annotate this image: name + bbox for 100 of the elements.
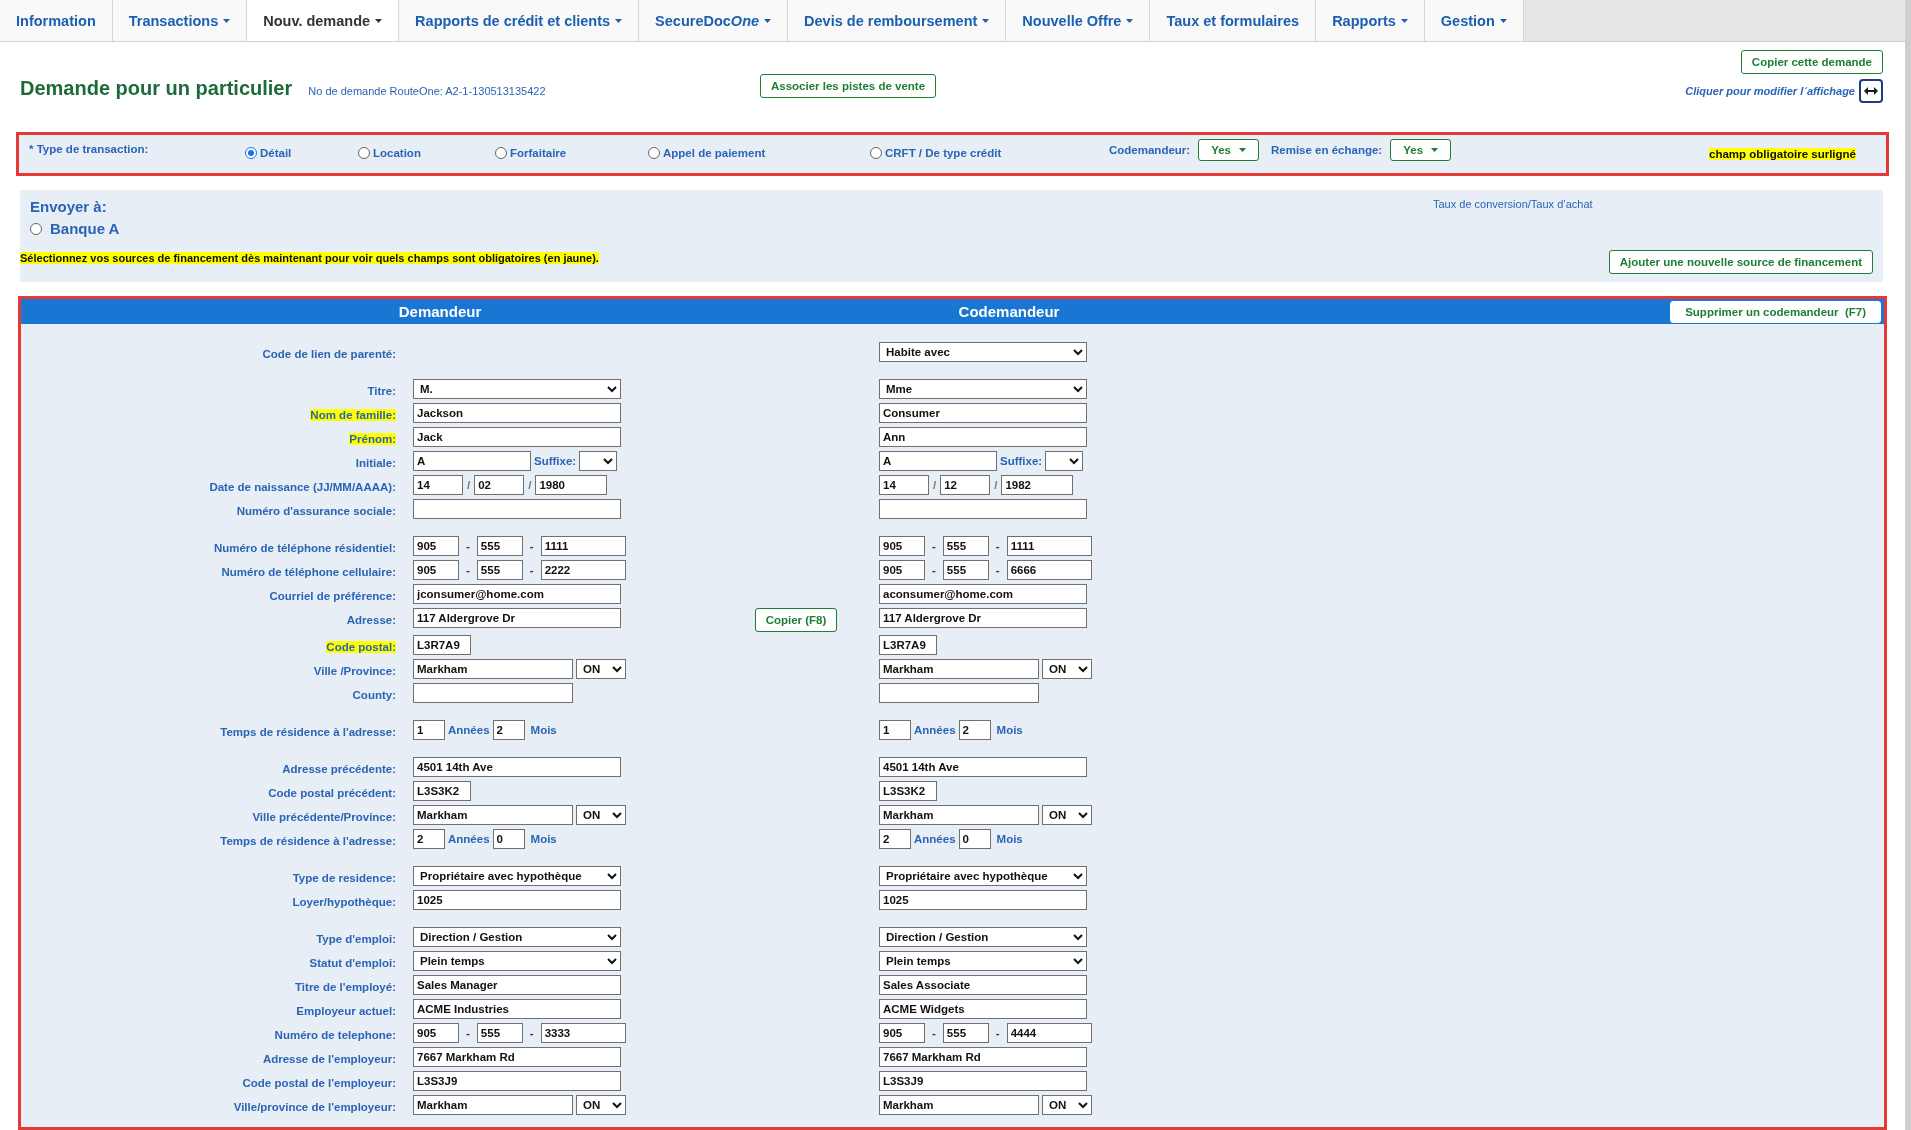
- dropdown[interactable]: Habite avec: [879, 342, 1087, 362]
- dropdown[interactable]: ON: [576, 805, 626, 825]
- copy-request-button[interactable]: Copier cette demande: [1740, 50, 1883, 74]
- nav-tab[interactable]: Taux et formulaires: [1150, 0, 1317, 41]
- text-field[interactable]: A: [879, 451, 997, 471]
- dropdown[interactable]: [579, 451, 618, 471]
- nav-tab[interactable]: Information: [0, 0, 113, 41]
- radio-button[interactable]: [358, 147, 370, 159]
- text-field[interactable]: L3S3K2: [413, 781, 471, 801]
- radio-button[interactable]: [30, 222, 42, 235]
- dropdown[interactable]: Plein temps: [413, 951, 621, 971]
- text-field[interactable]: Markham: [879, 659, 1039, 679]
- text-field[interactable]: L3S3K2: [879, 781, 937, 801]
- text-field[interactable]: 3333: [540, 1023, 626, 1043]
- text-field[interactable]: L3S3J9: [413, 1071, 621, 1091]
- dropdown[interactable]: Propriétaire avec hypothèque: [413, 866, 621, 886]
- text-field[interactable]: 6666: [1006, 560, 1092, 580]
- text-field[interactable]: A: [413, 451, 531, 471]
- dropdown[interactable]: ON: [576, 659, 626, 679]
- text-field[interactable]: [413, 683, 573, 703]
- text-field[interactable]: Jackson: [413, 403, 621, 423]
- text-field[interactable]: L3R7A9: [879, 635, 937, 655]
- text-field[interactable]: 4501 14th Ave: [879, 757, 1087, 777]
- dropdown-button[interactable]: Yes: [1390, 139, 1452, 161]
- text-field[interactable]: [879, 499, 1087, 519]
- nav-tab[interactable]: Nouv. demande: [247, 0, 400, 41]
- text-field[interactable]: 4501 14th Ave: [413, 757, 621, 777]
- link-leads-button[interactable]: Associer les pistes de vente: [760, 74, 937, 98]
- text-field[interactable]: Ann: [879, 427, 1087, 447]
- dropdown[interactable]: ON: [1042, 659, 1092, 679]
- text-field[interactable]: 0: [958, 829, 991, 849]
- text-field[interactable]: 2: [958, 720, 991, 740]
- dropdown[interactable]: Direction / Gestion: [879, 927, 1087, 947]
- nav-tab[interactable]: SecureDocOne: [639, 0, 789, 41]
- text-field[interactable]: Sales Associate: [879, 975, 1087, 995]
- layout-toggle-button[interactable]: [1859, 79, 1883, 103]
- nav-tab[interactable]: Nouvelle Offre: [1006, 0, 1151, 41]
- text-field[interactable]: 14: [413, 475, 463, 495]
- text-field[interactable]: Markham: [879, 1095, 1039, 1115]
- nav-tab[interactable]: Gestion: [1424, 0, 1524, 41]
- nav-tab[interactable]: Transactions: [112, 0, 248, 41]
- text-field[interactable]: 4444: [1006, 1023, 1092, 1043]
- text-field[interactable]: 02: [474, 475, 525, 495]
- text-field[interactable]: jconsumer@home.com: [413, 584, 621, 604]
- text-field[interactable]: [879, 683, 1039, 703]
- nav-tab[interactable]: Rapports: [1316, 0, 1425, 41]
- rates-link[interactable]: Taux de conversion/Taux d’achat: [1433, 198, 1873, 210]
- text-field[interactable]: 905: [413, 1023, 459, 1043]
- dropdown[interactable]: ON: [576, 1095, 626, 1115]
- text-field[interactable]: [413, 499, 621, 519]
- text-field[interactable]: 1025: [879, 890, 1087, 910]
- text-field[interactable]: aconsumer@home.com: [879, 584, 1087, 604]
- text-field[interactable]: 905: [879, 1023, 925, 1043]
- text-field[interactable]: Markham: [413, 1095, 573, 1115]
- text-field[interactable]: Consumer: [879, 403, 1087, 423]
- text-field[interactable]: 7667 Markham Rd: [413, 1047, 621, 1067]
- text-field[interactable]: 905: [413, 536, 459, 556]
- text-field[interactable]: 0: [492, 829, 525, 849]
- text-field[interactable]: 555: [942, 536, 989, 556]
- text-field[interactable]: 1: [879, 720, 911, 740]
- text-field[interactable]: 117 Aldergrove Dr: [879, 608, 1087, 628]
- text-field[interactable]: 1111: [540, 536, 626, 556]
- add-funding-button[interactable]: Ajouter une nouvelle source de financement: [1608, 250, 1873, 274]
- dropdown[interactable]: ON: [1042, 1095, 1092, 1115]
- text-field[interactable]: 1: [413, 720, 445, 740]
- text-field[interactable]: Markham: [879, 805, 1039, 825]
- text-field[interactable]: 14: [879, 475, 929, 495]
- text-field[interactable]: 555: [942, 1023, 989, 1043]
- text-field[interactable]: 555: [476, 560, 523, 580]
- dropdown[interactable]: Direction / Gestion: [413, 927, 621, 947]
- dropdown[interactable]: ON: [1042, 805, 1092, 825]
- remove-coapplicant-button[interactable]: Supprimer un codemandeur (F7): [1670, 300, 1881, 323]
- text-field[interactable]: 2: [413, 829, 445, 849]
- text-field[interactable]: 2: [492, 720, 525, 740]
- text-field[interactable]: Markham: [413, 659, 573, 679]
- text-field[interactable]: 555: [476, 536, 523, 556]
- text-field[interactable]: 1982: [1001, 475, 1074, 495]
- dropdown[interactable]: Plein temps: [879, 951, 1087, 971]
- copy-button[interactable]: Copier (F8): [754, 608, 838, 632]
- dropdown[interactable]: Propriétaire avec hypothèque: [879, 866, 1087, 886]
- text-field[interactable]: 905: [879, 560, 925, 580]
- text-field[interactable]: 1025: [413, 890, 621, 910]
- text-field[interactable]: 117 Aldergrove Dr: [413, 608, 621, 628]
- radio-button[interactable]: [245, 147, 257, 159]
- radio-button[interactable]: [870, 147, 882, 159]
- text-field[interactable]: ACME Industries: [413, 999, 621, 1019]
- text-field[interactable]: Jack: [413, 427, 621, 447]
- text-field[interactable]: 12: [940, 475, 991, 495]
- radio-button[interactable]: [495, 147, 507, 159]
- nav-tab[interactable]: Rapports de crédit et clients: [399, 0, 640, 41]
- dropdown-button[interactable]: Yes: [1198, 139, 1259, 161]
- text-field[interactable]: 555: [942, 560, 989, 580]
- dropdown[interactable]: [1045, 451, 1084, 471]
- dropdown[interactable]: M.: [413, 379, 621, 399]
- dropdown[interactable]: Mme: [879, 379, 1087, 399]
- text-field[interactable]: Markham: [413, 805, 573, 825]
- text-field[interactable]: 905: [879, 536, 925, 556]
- text-field[interactable]: 905: [413, 560, 459, 580]
- text-field[interactable]: 1111: [1006, 536, 1092, 556]
- text-field[interactable]: ACME Widgets: [879, 999, 1087, 1019]
